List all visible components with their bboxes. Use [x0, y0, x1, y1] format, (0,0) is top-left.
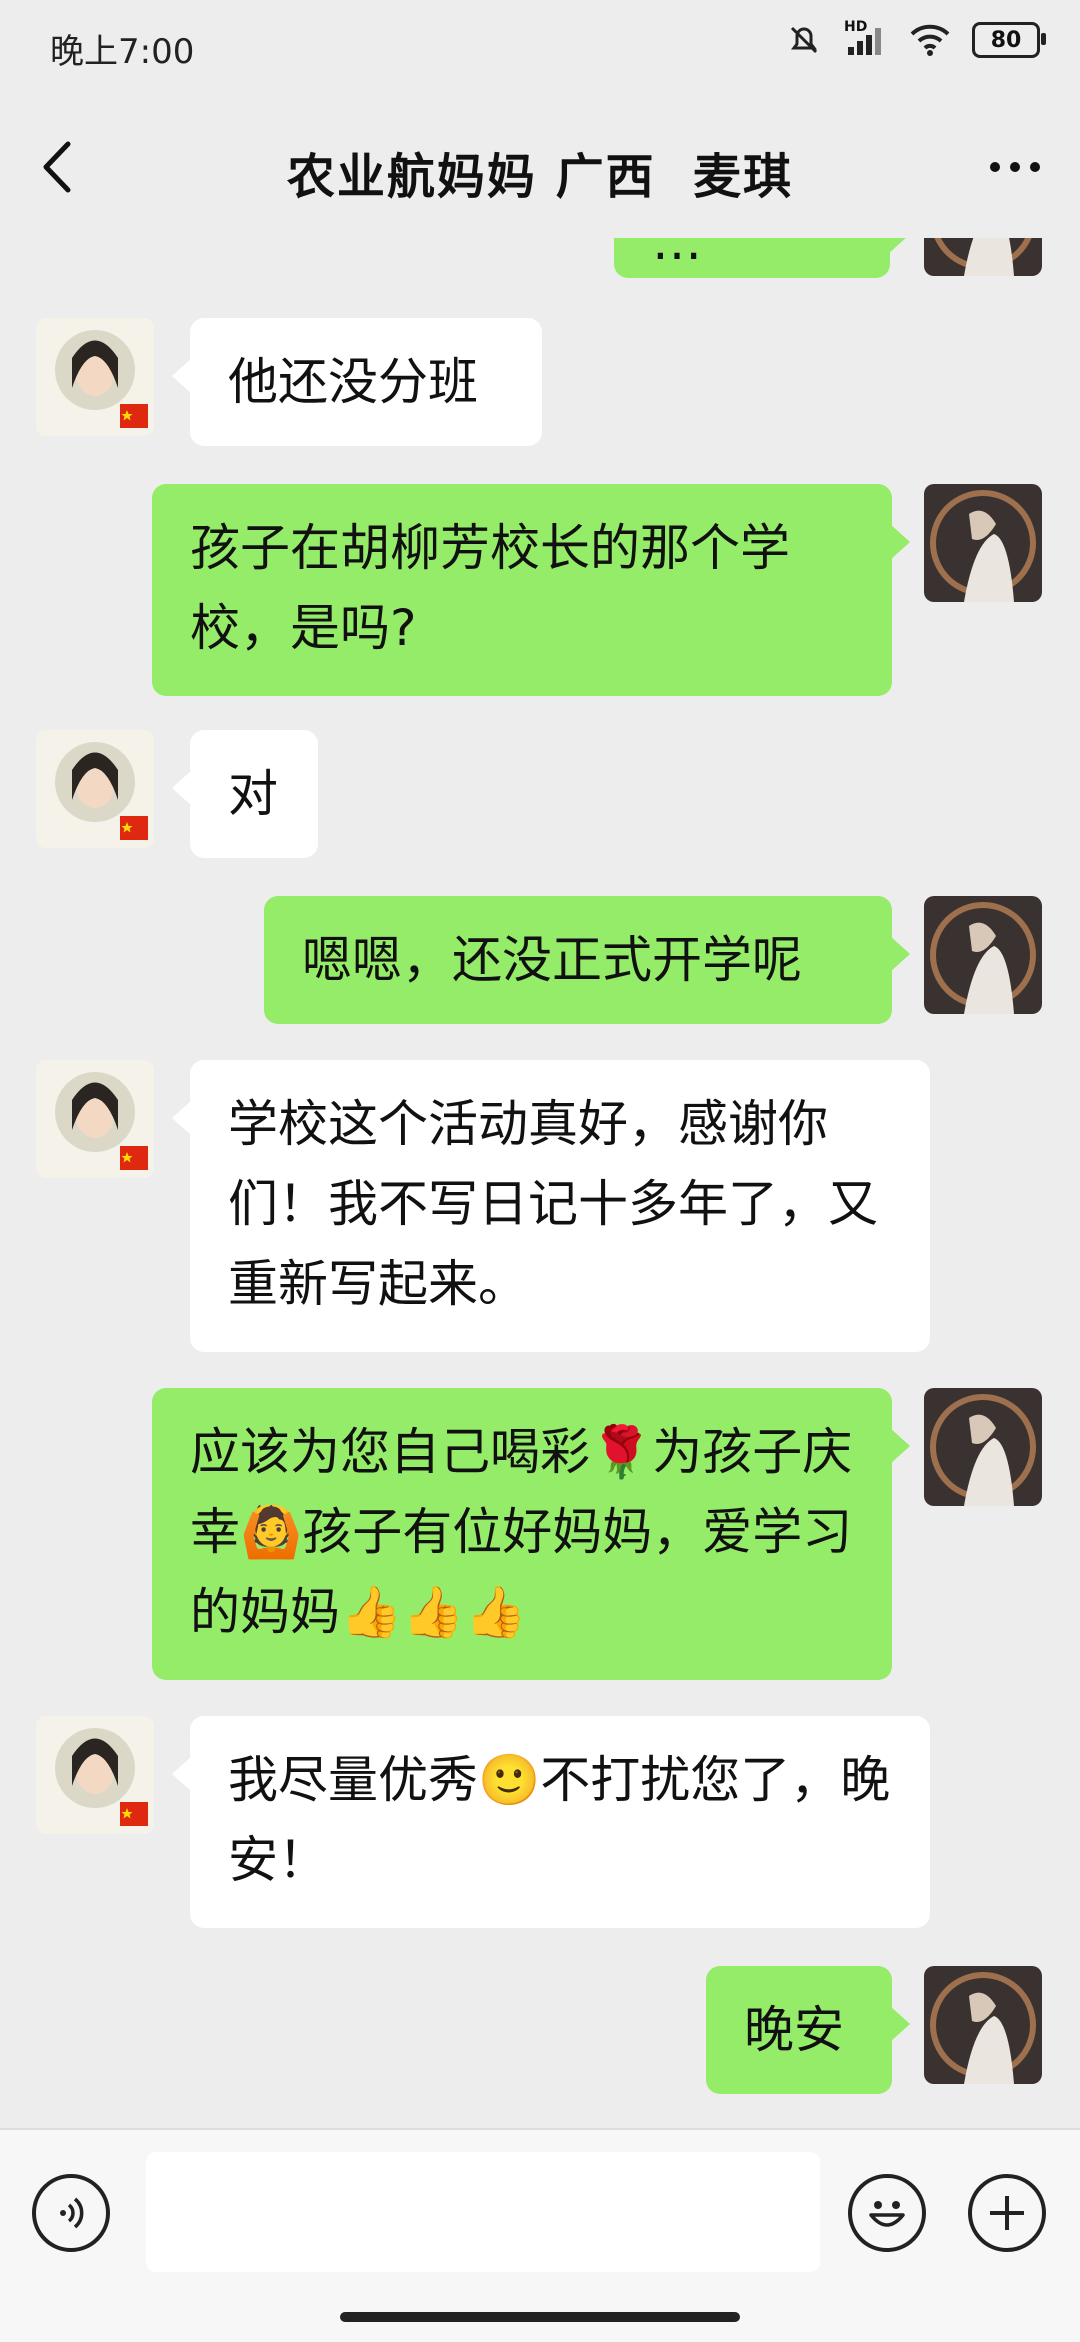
more-button[interactable] — [980, 142, 1050, 192]
message-bubble-incoming[interactable]: 对 — [172, 730, 318, 858]
message-bubble-outgoing[interactable]: 嗯嗯，还没正式开学呢 — [264, 896, 910, 1024]
mute-icon — [790, 26, 818, 54]
status-time: 晚上7:00 — [50, 32, 195, 72]
contact-avatar[interactable] — [36, 1716, 154, 1834]
message-input[interactable] — [146, 2152, 820, 2272]
my-avatar[interactable] — [924, 1966, 1042, 2084]
message-bubble-incoming[interactable]: 我尽量优秀🙂不打扰您了，晚安！ — [172, 1716, 930, 1928]
chat-header: 农业航妈妈 广西 麦琪 — [0, 92, 1080, 242]
message-bubble-outgoing[interactable]: 晚安 — [706, 1966, 910, 2094]
my-avatar-image — [924, 896, 1042, 1014]
my-avatar[interactable] — [924, 238, 1042, 276]
message-bubble-outgoing[interactable]: 应该为您自己喝彩🌹为孩子庆幸🙆孩子有位好妈妈，爱学习的妈妈👍👍👍 — [152, 1388, 910, 1680]
battery-icon: 80 — [972, 22, 1046, 58]
more-dot-icon — [1030, 162, 1040, 172]
contact-avatar-image — [36, 1060, 154, 1178]
voice-input-button[interactable] — [32, 2174, 110, 2252]
my-avatar[interactable] — [924, 896, 1042, 1014]
contact-avatar[interactable] — [36, 318, 154, 436]
message-bubble-incoming[interactable]: 他还没分班 — [172, 318, 542, 446]
status-icons: HD 80 — [786, 19, 1046, 58]
voice-icon — [60, 2197, 84, 2229]
emoji-button[interactable] — [848, 2174, 926, 2252]
chat-title: 农业航妈妈 广西 麦琪 — [286, 149, 794, 205]
message-bubble-outgoing[interactable]: 孩子在胡柳芳校长的那个学校，是吗? — [152, 484, 910, 696]
my-avatar-image — [924, 1966, 1042, 2084]
my-avatar-image — [924, 1388, 1042, 1506]
my-avatar[interactable] — [924, 484, 1042, 602]
input-bar — [0, 2128, 1080, 2342]
contact-avatar-image — [36, 1716, 154, 1834]
plus-icon — [990, 2196, 1024, 2230]
battery-level: 80 — [990, 27, 1022, 53]
my-avatar[interactable] — [924, 1388, 1042, 1506]
status-bar: 晚上7:00 HD 80 — [0, 0, 1080, 92]
message-bubble-outgoing[interactable]: … — [614, 238, 908, 278]
more-dot-icon — [1010, 162, 1020, 172]
wifi-icon — [910, 24, 950, 56]
more-options-button[interactable] — [968, 2174, 1046, 2252]
message-bubble-incoming[interactable]: 学校这个活动真好，感谢你们！我不写日记十多年了，又重新写起来。 — [172, 1060, 930, 1352]
contact-avatar[interactable] — [36, 730, 154, 848]
contact-avatar-image — [36, 318, 154, 436]
signal-icon: HD — [844, 19, 888, 57]
contact-avatar[interactable] — [36, 1060, 154, 1178]
message-list[interactable]: … 他还没分班 孩子在胡柳芳校长的那个学校，是吗? 对 嗯嗯，还没正式开学呢 学… — [0, 238, 1080, 2128]
more-dot-icon — [990, 162, 1000, 172]
my-avatar-image — [924, 238, 1042, 276]
my-avatar-image — [924, 484, 1042, 602]
smiley-icon — [869, 2201, 905, 2227]
home-indicator[interactable] — [340, 2312, 740, 2322]
contact-avatar-image — [36, 730, 154, 848]
